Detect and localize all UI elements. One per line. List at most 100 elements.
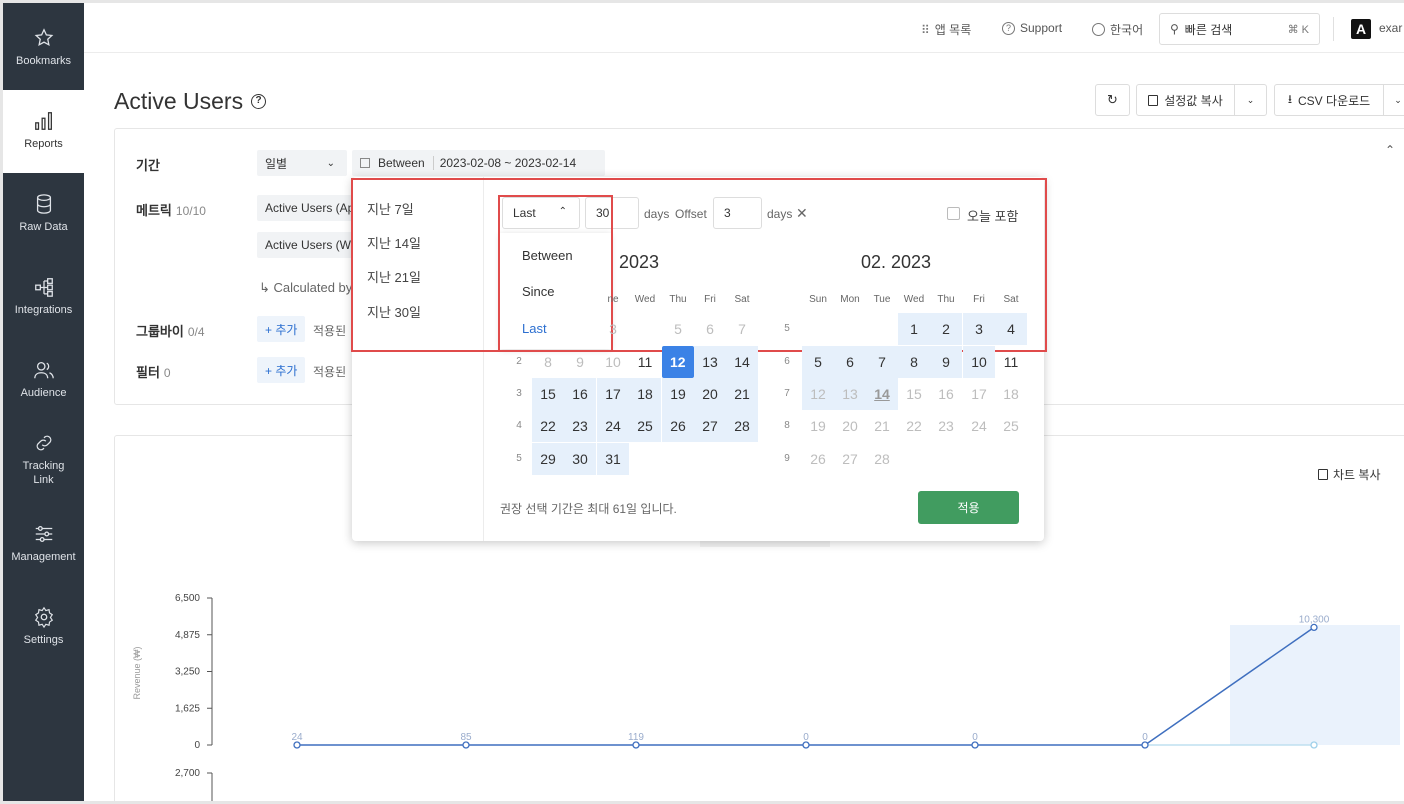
sidebar-item-settings[interactable]: Settings: [3, 588, 84, 671]
quick-range-14[interactable]: 지난 14일: [367, 233, 421, 252]
calendar-day[interactable]: 23: [564, 410, 596, 442]
support-link[interactable]: ? Support: [1002, 21, 1062, 35]
calendar-day[interactable]: 18: [995, 378, 1027, 410]
range-mode-option-between[interactable]: Between: [522, 248, 573, 263]
calendar-day[interactable]: 20: [834, 410, 866, 442]
calendar-day[interactable]: 17: [963, 378, 995, 410]
calendar-day[interactable]: 31: [597, 443, 629, 475]
user-avatar[interactable]: A: [1351, 19, 1371, 39]
calendar-day[interactable]: 22: [532, 410, 564, 442]
calendar-day[interactable]: 3: [597, 313, 629, 345]
calendar-day[interactable]: 24: [597, 410, 629, 442]
range-mode-select[interactable]: Last ⌃: [502, 197, 580, 229]
calendar-day[interactable]: 13: [694, 346, 726, 378]
csv-download-dropdown[interactable]: ⌄: [1383, 84, 1404, 116]
calendar-day[interactable]: 4: [995, 313, 1027, 345]
calendar-day[interactable]: 20: [694, 378, 726, 410]
collapse-chevron-icon[interactable]: ⌃: [1385, 143, 1395, 157]
sidebar-item-bookmarks[interactable]: Bookmarks: [3, 7, 84, 90]
calendar-day[interactable]: 9: [564, 346, 596, 378]
calendar-day[interactable]: 28: [726, 410, 758, 442]
calendar-day[interactable]: 11: [629, 346, 661, 378]
language-selector[interactable]: 한국어: [1092, 21, 1143, 38]
quick-search-input[interactable]: ⚲ 빠른 검색 ⌘ K: [1159, 13, 1320, 45]
date-range-select[interactable]: Between 2023-02-08 ~ 2023-02-14: [352, 150, 605, 176]
calendar-day[interactable]: 12: [662, 346, 694, 378]
calendar-day[interactable]: 13: [834, 378, 866, 410]
weekday-label: Mon: [840, 294, 860, 305]
calendar-day[interactable]: 11: [995, 346, 1027, 378]
range-mode-option-last[interactable]: Last: [522, 321, 547, 336]
sidebar-item-integrations[interactable]: Integrations: [3, 256, 84, 339]
calendar-day[interactable]: 28: [866, 443, 898, 475]
data-label: 0: [972, 732, 978, 743]
sidebar-item-raw-data[interactable]: Raw Data: [3, 173, 84, 256]
calendar-day[interactable]: 21: [726, 378, 758, 410]
calendar-day[interactable]: 16: [930, 378, 962, 410]
calendar-day[interactable]: 25: [995, 410, 1027, 442]
calendar-day[interactable]: 8: [532, 346, 564, 378]
sidebar-item-tracking-link[interactable]: Tracking Link: [3, 422, 84, 505]
calendar-day[interactable]: 26: [662, 410, 694, 442]
calendar-day[interactable]: 27: [834, 443, 866, 475]
calendar-day[interactable]: 9: [930, 346, 962, 378]
metric-item[interactable]: Active Users (W: [257, 232, 357, 258]
sidebar-item-audience[interactable]: Audience: [3, 339, 84, 422]
calendar-day[interactable]: 27: [694, 410, 726, 442]
quick-range-7[interactable]: 지난 7일: [367, 199, 414, 218]
calendar-day[interactable]: 6: [834, 346, 866, 378]
calendar-day[interactable]: 10: [597, 346, 629, 378]
include-today-checkbox[interactable]: [947, 207, 960, 220]
calendar-day[interactable]: 25: [629, 410, 661, 442]
quick-range-21[interactable]: 지난 21일: [367, 267, 421, 286]
apply-button[interactable]: 적용: [918, 491, 1019, 524]
granularity-select[interactable]: 일별 ⌄: [257, 150, 347, 176]
calendar-day[interactable]: 7: [726, 313, 758, 345]
copy-settings-dropdown[interactable]: ⌄: [1234, 84, 1267, 116]
calendar-day[interactable]: 6: [694, 313, 726, 345]
calendar-day[interactable]: 2: [930, 313, 962, 345]
refresh-button[interactable]: ↻: [1095, 84, 1130, 116]
calendar-day[interactable]: 14: [866, 378, 898, 410]
calendar-day[interactable]: 14: [726, 346, 758, 378]
calendar-day[interactable]: 19: [662, 378, 694, 410]
sidebar-item-reports[interactable]: Reports: [3, 90, 84, 173]
filter-add-button[interactable]: + 추가: [257, 357, 306, 383]
calendar-day[interactable]: 24: [963, 410, 995, 442]
calendar-day[interactable]: 26: [802, 443, 834, 475]
calendar-day[interactable]: 18: [629, 378, 661, 410]
days-input[interactable]: 30: [585, 197, 639, 229]
clear-offset-icon[interactable]: ✕: [796, 205, 808, 222]
apps-menu[interactable]: ⠿ 앱 목록: [921, 21, 971, 38]
help-icon[interactable]: ?: [251, 94, 267, 109]
calendar-day[interactable]: 5: [662, 313, 694, 345]
calendar-day[interactable]: 15: [898, 378, 930, 410]
offset-input[interactable]: 3: [713, 197, 762, 229]
copy-chart-button[interactable]: 차트 복사: [1318, 466, 1381, 483]
calendar-day[interactable]: 17: [597, 378, 629, 410]
calendar-day[interactable]: 10: [963, 346, 995, 378]
calendar-day[interactable]: 19: [802, 410, 834, 442]
calendar-day[interactable]: 29: [532, 443, 564, 475]
calendar-day[interactable]: 21: [866, 410, 898, 442]
calendar-day[interactable]: 22: [898, 410, 930, 442]
calendar-day[interactable]: 12: [802, 378, 834, 410]
calendar-day[interactable]: 16: [564, 378, 596, 410]
calendar-day[interactable]: 7: [866, 346, 898, 378]
groupby-add-button[interactable]: + 추가: [257, 316, 306, 342]
calendar-day[interactable]: 15: [532, 378, 564, 410]
calendar-day[interactable]: 30: [564, 443, 596, 475]
calendar-day[interactable]: 8: [898, 346, 930, 378]
week-number: 7: [784, 388, 790, 399]
range-mode-option-since[interactable]: Since: [522, 284, 555, 299]
quick-range-30[interactable]: 지난 30일: [367, 302, 421, 321]
calendar-day[interactable]: 3: [963, 313, 995, 345]
sidebar-item-management[interactable]: Management: [3, 505, 84, 588]
metric-item[interactable]: Active Users (Ap: [257, 195, 357, 221]
calendar-day[interactable]: 1: [898, 313, 930, 345]
user-name[interactable]: exar: [1379, 21, 1402, 35]
calendar-day[interactable]: 5: [802, 346, 834, 378]
csv-download-button[interactable]: ⭳ CSV 다운로드: [1274, 84, 1384, 116]
copy-settings-button[interactable]: 설정값 복사: [1136, 84, 1235, 116]
calendar-day[interactable]: 23: [930, 410, 962, 442]
